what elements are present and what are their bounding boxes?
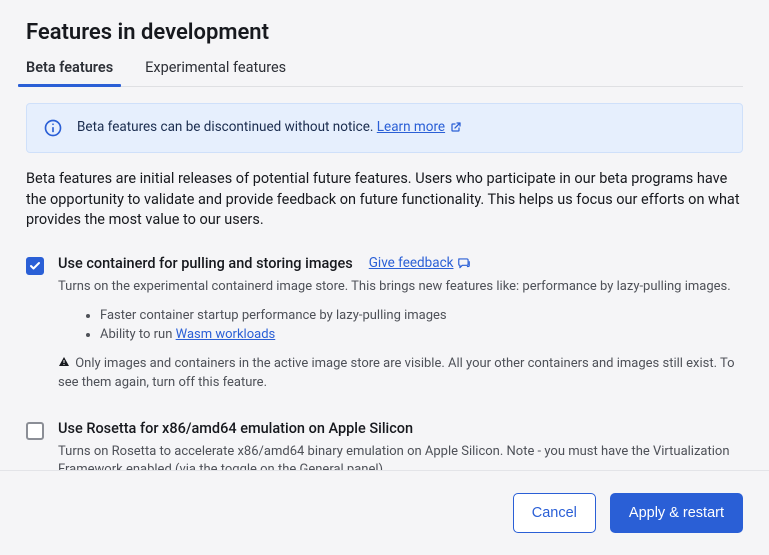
warning-text: Only images and containers in the active… [58,356,735,390]
wasm-workloads-link[interactable]: Wasm workloads [176,327,276,342]
tab-beta-features[interactable]: Beta features [26,59,113,86]
list-item: Ability to run Wasm workloads [100,325,743,345]
feature-containerd: Use containerd for pulling and storing i… [26,255,743,393]
bullet-prefix: Ability to run [100,327,176,342]
footer-bar: Cancel Apply & restart [0,470,769,555]
warning-icon [58,356,70,374]
feedback-label: Give feedback [369,255,454,271]
tab-experimental-features[interactable]: Experimental features [145,59,286,86]
feature-bullets: Faster container startup performance by … [100,306,743,345]
feature-description: Turns on the experimental containerd ima… [58,278,743,296]
containerd-checkbox[interactable] [26,257,44,275]
give-feedback-link[interactable]: Give feedback [369,255,472,271]
settings-panel: Features in development Beta features Ex… [0,0,769,470]
apply-restart-button[interactable]: Apply & restart [610,493,743,533]
feature-description: Turns on Rosetta to accelerate x86/amd64… [58,443,743,470]
info-icon [43,118,63,138]
page-title: Features in development [26,20,743,45]
bullet-text: Faster container startup performance by … [100,308,447,323]
rosetta-checkbox[interactable] [26,422,44,440]
tab-description: Beta features are initial releases of po… [26,169,743,231]
info-text: Beta features can be discontinued withou… [77,119,462,137]
tab-label: Beta features [26,59,113,76]
info-banner: Beta features can be discontinued withou… [26,103,743,153]
external-link-icon [450,121,462,137]
info-message: Beta features can be discontinued withou… [77,119,377,135]
feedback-icon [457,257,471,269]
tab-label: Experimental features [145,59,286,76]
feature-rosetta: Use Rosetta for x86/amd64 emulation on A… [26,420,743,470]
tab-bar: Beta features Experimental features [26,59,743,87]
list-item: Faster container startup performance by … [100,306,743,326]
feature-title: Use Rosetta for x86/amd64 emulation on A… [58,420,413,437]
feature-warning: Only images and containers in the active… [58,355,743,392]
learn-more-link[interactable]: Learn more [377,119,445,135]
feature-title: Use containerd for pulling and storing i… [58,255,353,272]
cancel-button[interactable]: Cancel [513,493,596,533]
